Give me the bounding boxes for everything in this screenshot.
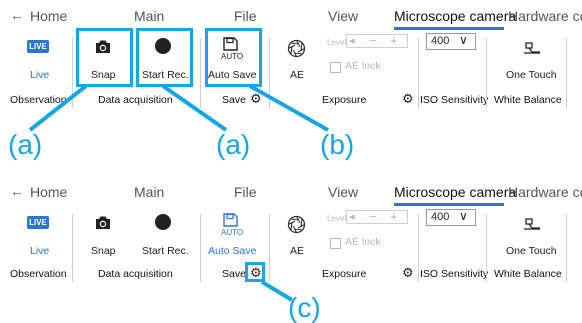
one-touch-label: One Touch — [506, 245, 557, 257]
group-exposure: Exposure — [322, 268, 367, 280]
group-observation: Observation — [10, 268, 67, 280]
group-divider — [72, 214, 73, 282]
snap-button[interactable]: Snap — [82, 213, 122, 263]
iso-value: 400 — [431, 211, 450, 223]
auto-save-button[interactable]: AUTO Auto Save — [206, 213, 260, 263]
start-rec-label: Start Rec. — [142, 245, 189, 257]
live-icon: LIVE — [27, 216, 49, 229]
ae-label: AE — [290, 245, 305, 257]
tab-view[interactable]: View — [328, 184, 358, 200]
group-divider — [418, 214, 419, 282]
callout-line-a2 — [161, 84, 228, 132]
slider-left-icon: ◂ — [349, 211, 355, 223]
group-divider — [269, 214, 270, 282]
callout-a1: (a) — [8, 129, 43, 160]
live-label: Live — [30, 245, 50, 257]
one-touch-button[interactable]: One Touch — [500, 213, 564, 263]
group-divider — [200, 214, 201, 282]
chevron-down-icon: ∨ — [459, 209, 468, 223]
aperture-icon — [287, 215, 306, 234]
group-save: Save — [222, 268, 246, 280]
start-rec-button[interactable]: Start Rec. — [138, 213, 192, 263]
active-tab-underline — [394, 203, 504, 206]
ae-button[interactable]: AE — [280, 213, 314, 263]
floppy-disk-icon — [223, 213, 238, 227]
live-badge: LIVE — [29, 218, 47, 227]
level-label: Level — [327, 214, 347, 223]
white-balance-icon — [524, 218, 540, 230]
exposure-settings-gear-icon[interactable]: ⚙ — [402, 265, 414, 281]
group-divider — [566, 214, 567, 282]
group-iso-sensitivity: ISO Sensitivity — [420, 268, 489, 280]
iso-select[interactable]: 400 ∨ — [426, 209, 476, 226]
callout-a2: (a) — [216, 129, 251, 160]
level-minus-button[interactable]: − — [369, 209, 377, 224]
tab-file[interactable]: File — [234, 184, 257, 200]
highlight-save-settings — [245, 262, 265, 282]
tab-main[interactable]: Main — [134, 184, 164, 200]
group-white-balance: White Balance — [494, 268, 562, 280]
callout-line-b — [249, 84, 329, 132]
live-button[interactable]: LIVE Live — [22, 213, 58, 263]
level-plus-button[interactable]: + — [390, 209, 398, 224]
callout-line-a1 — [28, 84, 88, 132]
callout-b: (b) — [320, 129, 355, 160]
ae-lock-label: AE lock — [345, 236, 381, 248]
ribbon-panel-bottom: ← Home Main File View Microscope camera … — [0, 176, 582, 286]
auto-badge: AUTO — [221, 228, 244, 237]
back-arrow-icon[interactable]: ← — [10, 183, 24, 199]
snap-label: Snap — [91, 245, 116, 257]
group-data-acquisition: Data acquisition — [98, 268, 173, 280]
level-stepper[interactable]: ◂ − + — [346, 209, 408, 224]
ae-lock-checkbox[interactable] — [330, 238, 341, 249]
tab-home[interactable]: Home — [30, 184, 67, 200]
camera-icon — [96, 216, 110, 229]
tab-microscope-camera[interactable]: Microscope camera — [394, 184, 516, 200]
record-icon — [155, 214, 171, 230]
tab-hardware[interactable]: Hardware co — [508, 184, 582, 200]
callout-c: (c) — [288, 292, 321, 323]
auto-save-label: Auto Save — [208, 245, 257, 257]
group-divider — [486, 214, 487, 282]
